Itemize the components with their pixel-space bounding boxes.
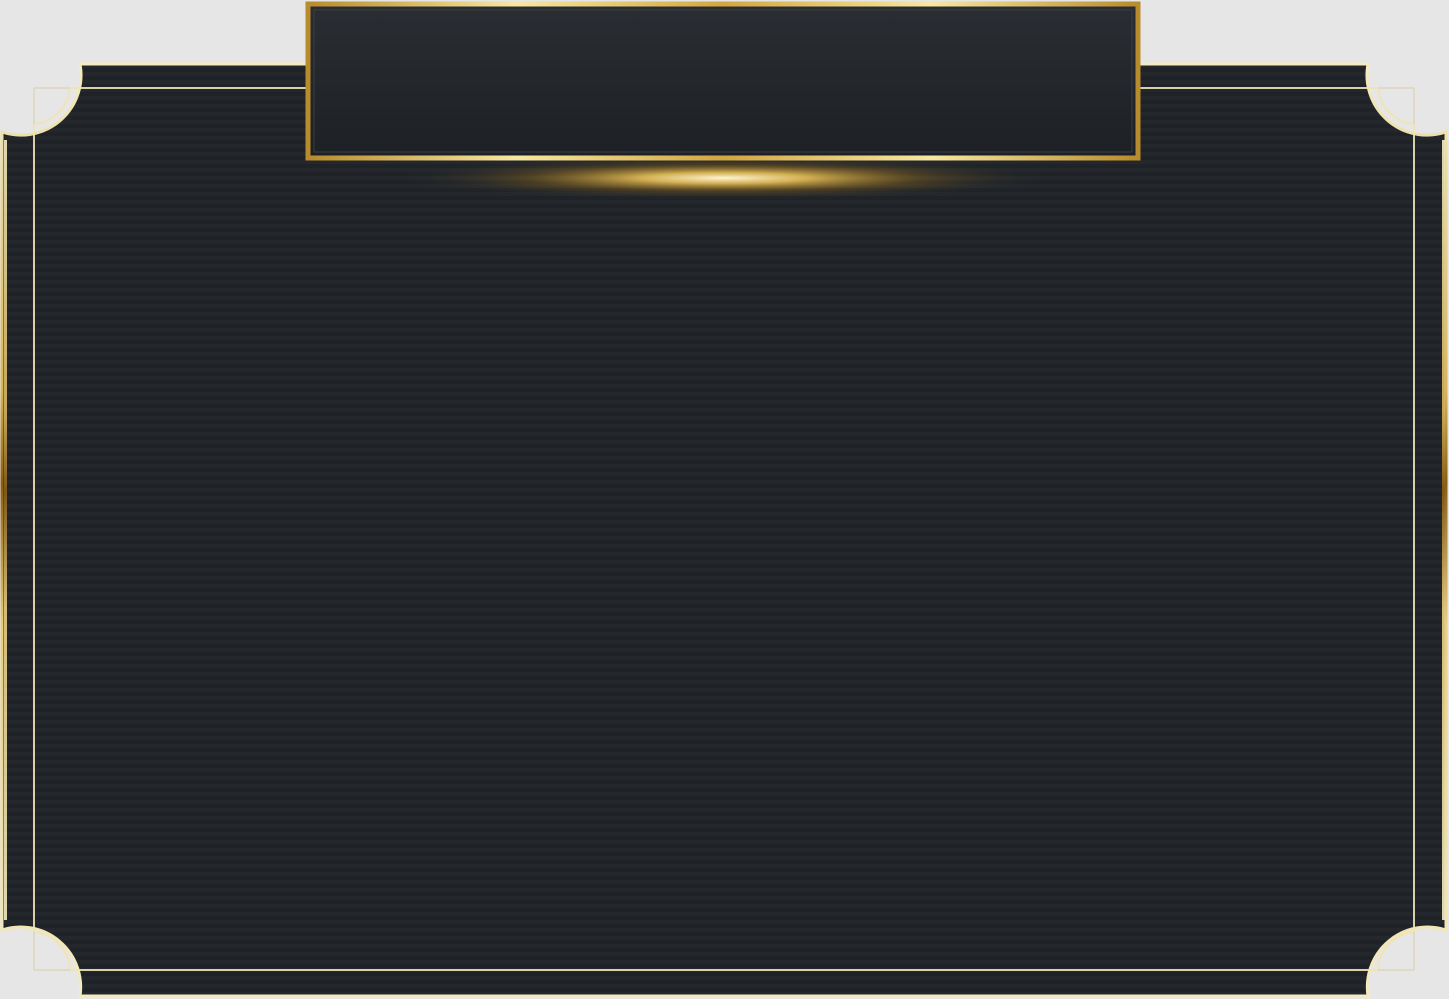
right-gold-accent [1442,140,1445,920]
panel-body [60,210,1390,950]
glow-highlight [394,156,1054,200]
left-gold-accent [4,140,7,920]
decorative-frame-panel [0,0,1449,999]
panel-title [312,10,1134,154]
